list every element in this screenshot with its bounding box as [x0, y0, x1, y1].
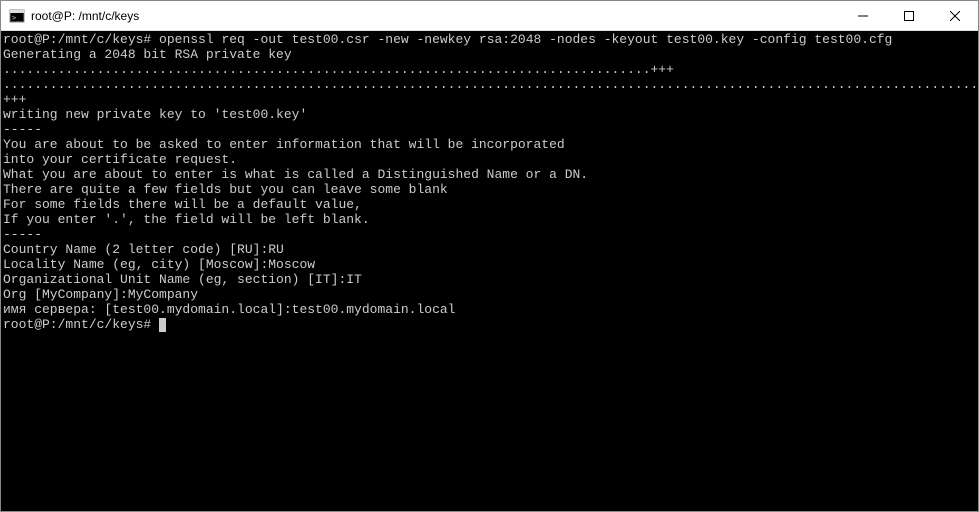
- output-line: Organizational Unit Name (eg, section) […: [3, 272, 976, 287]
- window-title: root@P: /mnt/c/keys: [31, 9, 840, 23]
- maximize-button[interactable]: [886, 1, 932, 30]
- terminal-icon: >_: [9, 8, 25, 24]
- output-line: Country Name (2 letter code) [RU]:RU: [3, 242, 976, 257]
- cursor-icon: [159, 318, 166, 332]
- shell-prompt: root@P:/mnt/c/keys#: [3, 32, 151, 47]
- output-line: Locality Name (eg, city) [Moscow]:Moscow: [3, 257, 976, 272]
- titlebar[interactable]: >_ root@P: /mnt/c/keys: [1, 1, 978, 31]
- output-line: If you enter '.', the field will be left…: [3, 212, 976, 227]
- output-line: -----: [3, 227, 976, 242]
- output-line: -----: [3, 122, 976, 137]
- shell-prompt: root@P:/mnt/c/keys#: [3, 317, 151, 332]
- window-controls: [840, 1, 978, 30]
- output-line: What you are about to enter is what is c…: [3, 167, 976, 182]
- output-line: Org [MyCompany]:MyCompany: [3, 287, 976, 302]
- output-line: writing new private key to 'test00.key': [3, 107, 976, 122]
- terminal-body[interactable]: root@P:/mnt/c/keys# openssl req -out tes…: [1, 31, 978, 511]
- close-button[interactable]: [932, 1, 978, 30]
- output-line: ........................................…: [3, 62, 976, 77]
- app-window: >_ root@P: /mnt/c/keys root@P:/mnt/c/key…: [0, 0, 979, 512]
- svg-text:>_: >_: [12, 14, 21, 22]
- minimize-button[interactable]: [840, 1, 886, 30]
- output-line: Generating a 2048 bit RSA private key: [3, 47, 976, 62]
- output-line: into your certificate request.: [3, 152, 976, 167]
- output-line: You are about to be asked to enter infor…: [3, 137, 976, 152]
- output-line: There are quite a few fields but you can…: [3, 182, 976, 197]
- command-text: openssl req -out test00.csr -new -newkey…: [151, 32, 892, 47]
- output-line: For some fields there will be a default …: [3, 197, 976, 212]
- output-line: ........................................…: [3, 77, 976, 107]
- output-line: имя сервера: [test00.mydomain.local]:tes…: [3, 302, 976, 317]
